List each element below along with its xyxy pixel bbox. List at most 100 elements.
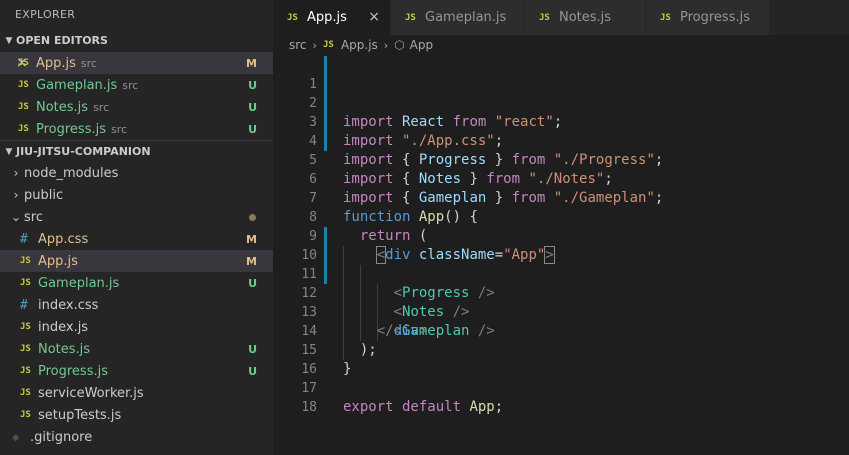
gutter-added-marker	[324, 75, 327, 94]
js-file-icon: JS	[287, 12, 298, 23]
folder-public[interactable]: › public	[0, 184, 273, 206]
folder-name: src	[24, 209, 43, 225]
gutter-added-marker	[324, 132, 327, 151]
explorer-sidebar: EXPLORER ▼ OPEN EDITORS × JS App.js src …	[0, 0, 273, 455]
js-file-icon: JS	[20, 256, 31, 266]
symbol-cube-icon: ⬡	[394, 38, 405, 52]
folder-name: public	[24, 187, 64, 203]
close-icon[interactable]: ×	[368, 9, 380, 25]
open-editor-name: Notes.js	[36, 99, 89, 115]
code-line: 17 export default App;	[273, 360, 849, 415]
open-editor-desc: src	[93, 100, 110, 114]
status-badge: M	[246, 232, 257, 246]
code-editor[interactable]: 1 import React from "react"; 2 import ".…	[273, 55, 849, 415]
folder-node-modules[interactable]: › node_modules	[0, 162, 273, 184]
code-line: 8 return (	[273, 189, 849, 244]
status-badge: U	[248, 276, 257, 290]
tab-label: Gameplan.js	[425, 10, 507, 25]
status-badge: M	[246, 56, 257, 70]
file-name: .gitignore	[30, 429, 93, 445]
gutter-added-marker	[324, 94, 327, 113]
file-setuptests-js[interactable]: JS setupTests.js	[0, 404, 273, 426]
project-header[interactable]: ▼ JIU-JITSU-COMPANION	[0, 140, 273, 162]
file-app-css[interactable]: # App.css M	[0, 228, 273, 250]
css-file-icon: #	[20, 231, 28, 247]
breadcrumb-symbol[interactable]: App	[410, 38, 433, 52]
file-progress-js[interactable]: JS Progress.js U	[0, 360, 273, 382]
code-line: 3 import { Progress } from "./Progress";	[273, 94, 849, 168]
open-editor-app-js[interactable]: × JS App.js src M	[0, 52, 273, 74]
git-file-icon: ◆	[12, 430, 20, 444]
js-file-icon: JS	[18, 80, 29, 90]
chevron-down-icon: ▼	[5, 36, 13, 46]
file-app-js[interactable]: JS App.js M	[0, 250, 273, 272]
code-line: 12 <Gameplan />	[273, 265, 849, 339]
code-line: 5 import { Gameplan } from "./Gameplan";	[273, 132, 849, 206]
js-file-icon: JS	[20, 278, 31, 288]
status-badge: U	[248, 122, 257, 136]
folder-src[interactable]: ⌄ src	[0, 206, 273, 228]
open-editors-label: OPEN EDITORS	[16, 34, 108, 47]
js-file-icon: JS	[20, 322, 31, 332]
gutter-added-marker	[324, 246, 327, 265]
status-badge: U	[248, 100, 257, 114]
file-name: Progress.js	[38, 363, 108, 379]
tab-progress-js[interactable]: JS Progress.js	[646, 0, 770, 35]
tab-bar: JS App.js × JS Gameplan.js JS Notes.js J…	[273, 0, 849, 35]
code-line: 18	[273, 379, 849, 415]
css-file-icon: #	[20, 297, 28, 313]
open-editor-progress-js[interactable]: JS Progress.js src U	[0, 118, 273, 140]
tab-gameplan-js[interactable]: JS Gameplan.js	[391, 0, 525, 35]
file-gitignore[interactable]: ◆ .gitignore	[0, 426, 273, 448]
status-badge: U	[248, 364, 257, 378]
tab-label: Notes.js	[559, 10, 612, 25]
open-editor-notes-js[interactable]: JS Notes.js src U	[0, 96, 273, 118]
open-editor-name: Gameplan.js	[36, 77, 118, 93]
breadcrumb-file[interactable]: App.js	[341, 38, 378, 52]
js-file-icon: JS	[18, 102, 29, 112]
gutter-added-marker	[324, 113, 327, 132]
chevron-right-icon: ›	[312, 38, 317, 52]
open-editors-header[interactable]: ▼ OPEN EDITORS	[0, 30, 273, 52]
js-file-icon: JS	[405, 12, 416, 23]
file-index-js[interactable]: JS index.js	[0, 316, 273, 338]
code-line: 4 import { Notes } from "./Notes";	[273, 113, 849, 187]
js-file-icon: JS	[20, 410, 31, 420]
code-line: 13 </div>	[273, 284, 849, 339]
code-line: 16	[273, 341, 849, 377]
chevron-right-icon: ›	[383, 38, 389, 52]
file-notes-js[interactable]: JS Notes.js U	[0, 338, 273, 360]
js-file-icon: JS	[18, 58, 29, 68]
js-file-icon: JS	[20, 344, 31, 354]
status-badge: M	[246, 254, 257, 268]
close-icon[interactable]: ×	[0, 55, 28, 71]
modified-dot-icon	[249, 213, 256, 221]
file-serviceworker-js[interactable]: JS serviceWorker.js	[0, 382, 273, 404]
file-name: Notes.js	[38, 341, 91, 357]
chevron-down-icon: ▼	[5, 146, 13, 157]
code-line: 14 );	[273, 303, 849, 358]
tab-notes-js[interactable]: JS Notes.js	[525, 0, 646, 35]
status-badge: U	[248, 342, 257, 356]
tab-label: App.js	[307, 10, 347, 25]
project-label: JIU-JITSU-COMPANION	[16, 144, 151, 158]
status-badge: U	[248, 78, 257, 92]
explorer-title: EXPLORER	[15, 8, 76, 21]
file-name: App.js	[38, 253, 78, 269]
chevron-right-icon: ›	[13, 188, 19, 202]
file-gameplan-js[interactable]: JS Gameplan.js U	[0, 272, 273, 294]
open-editor-name: Progress.js	[36, 121, 106, 137]
js-file-icon: JS	[20, 366, 31, 376]
file-index-css[interactable]: # index.css	[0, 294, 273, 316]
line-number: 18	[301, 400, 317, 415]
tab-label: Progress.js	[680, 10, 750, 25]
js-file-icon: JS	[20, 388, 31, 398]
code-line: 1 import React from "react";	[273, 56, 849, 130]
open-editor-gameplan-js[interactable]: JS Gameplan.js src U	[0, 74, 273, 96]
file-name: Gameplan.js	[38, 275, 120, 291]
file-name: index.js	[38, 319, 89, 335]
gutter-added-marker	[324, 227, 327, 246]
editor-area: JS App.js × JS Gameplan.js JS Notes.js J…	[273, 0, 849, 455]
tab-app-js[interactable]: JS App.js ×	[273, 0, 391, 35]
breadcrumb-folder[interactable]: src	[289, 38, 307, 52]
